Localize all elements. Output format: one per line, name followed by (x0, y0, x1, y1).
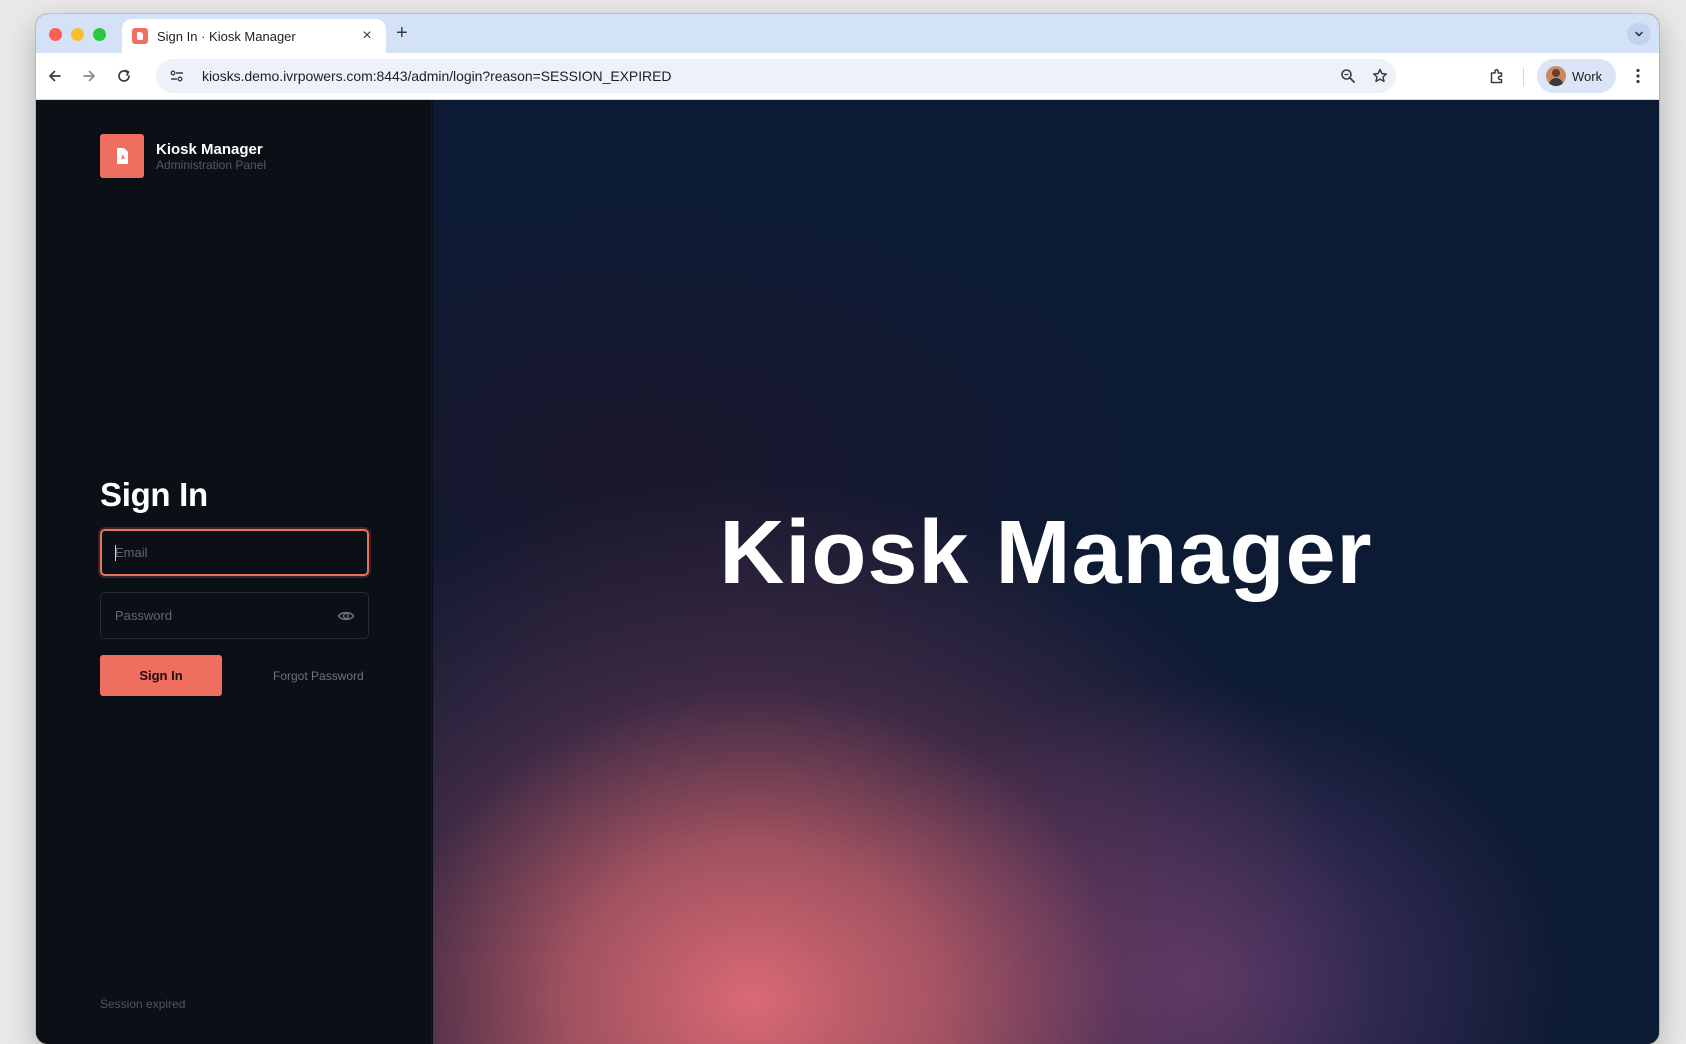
brand-subtitle: Administration Panel (156, 157, 267, 172)
browser-toolbar: kiosks.demo.ivrpowers.com:8443/admin/log… (36, 53, 1659, 100)
tab-close-icon[interactable]: × (358, 27, 376, 45)
brand-name: Kiosk Manager (156, 140, 263, 158)
toolbar-divider (1523, 68, 1524, 86)
tab-title: Sign In · Kiosk Manager (157, 28, 296, 44)
kiosk-logo-icon (100, 134, 144, 178)
page-content: Kiosk Manager Administration Panel Sign … (36, 100, 1659, 1044)
profile-label: Work (1572, 68, 1603, 84)
browser-window: Sign In · Kiosk Manager × + kiosks.demo.… (36, 14, 1659, 1044)
new-tab-button[interactable]: + (396, 23, 408, 43)
password-input[interactable] (115, 608, 315, 623)
email-field[interactable] (100, 529, 369, 576)
hero-panel: Kiosk Manager (433, 100, 1659, 1044)
back-arrow-icon[interactable] (44, 65, 66, 87)
profile-button[interactable]: Work (1537, 59, 1616, 93)
hero-title: Kiosk Manager (719, 503, 1373, 603)
maximize-window-button[interactable] (93, 28, 106, 41)
show-password-eye-icon[interactable] (337, 607, 355, 625)
forgot-password-link[interactable]: Forgot Password (273, 669, 364, 683)
url-text[interactable]: kiosks.demo.ivrpowers.com:8443/admin/log… (202, 68, 672, 84)
tab-active[interactable]: Sign In · Kiosk Manager × (122, 19, 386, 53)
site-info-icon[interactable] (168, 67, 186, 85)
text-caret (115, 545, 116, 561)
password-field[interactable] (100, 592, 369, 639)
sign-in-button[interactable]: Sign In (100, 655, 222, 696)
minimize-window-button[interactable] (71, 28, 84, 41)
forward-arrow-icon[interactable] (78, 65, 100, 87)
login-sidebar: Kiosk Manager Administration Panel Sign … (36, 100, 432, 1044)
brand: Kiosk Manager Administration Panel (100, 134, 266, 178)
extensions-icon[interactable] (1486, 65, 1508, 87)
address-bar[interactable]: kiosks.demo.ivrpowers.com:8443/admin/log… (156, 59, 1396, 93)
more-vert-icon[interactable] (1627, 65, 1649, 87)
tab-list-chevron-icon[interactable] (1627, 23, 1651, 45)
favicon-icon (132, 28, 148, 44)
avatar (1546, 66, 1566, 86)
bookmark-star-icon[interactable] (1371, 67, 1389, 85)
email-input[interactable] (115, 545, 315, 560)
close-window-button[interactable] (49, 28, 62, 41)
reload-icon[interactable] (113, 65, 135, 87)
page-title: Sign In (100, 476, 208, 513)
tab-strip: Sign In · Kiosk Manager × + (36, 14, 1659, 53)
zoom-icon[interactable] (1339, 67, 1357, 85)
session-status-text: Session expired (100, 997, 186, 1011)
